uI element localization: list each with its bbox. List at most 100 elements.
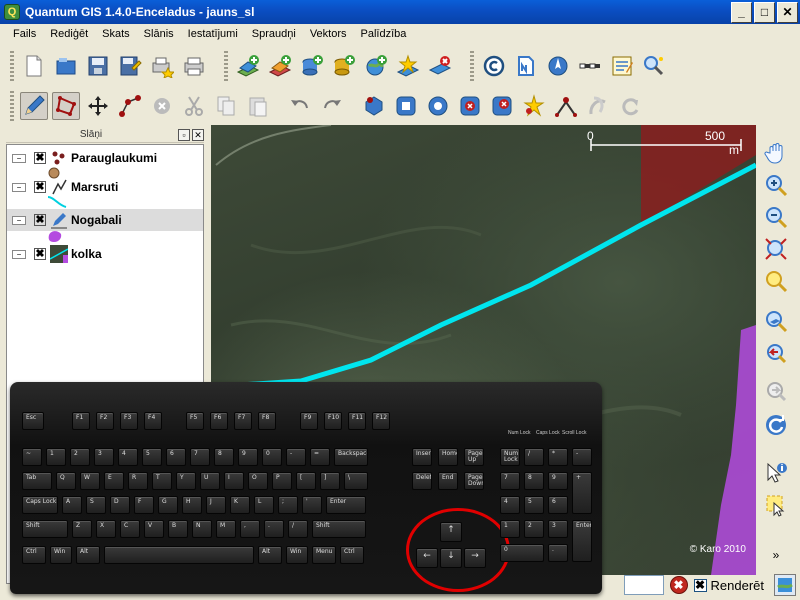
layer-item-nogabali[interactable]: − ✖ Nogabali bbox=[7, 209, 203, 231]
layer-visibility-checkbox[interactable]: ✖ bbox=[34, 248, 46, 260]
key-number-row-5: 5 bbox=[142, 448, 162, 466]
close-dock-button[interactable]: ✕ bbox=[192, 128, 204, 141]
layer-visibility-checkbox[interactable]: ✖ bbox=[34, 181, 46, 193]
zoom-selection-icon[interactable] bbox=[760, 266, 792, 296]
move-feature-icon[interactable] bbox=[84, 92, 112, 120]
stop-rendering-icon[interactable]: ✖ bbox=[669, 576, 688, 594]
copy-features-icon[interactable] bbox=[212, 92, 240, 120]
zoom-out-icon[interactable] bbox=[760, 202, 792, 232]
key-f11: F11 bbox=[348, 412, 366, 430]
key-number-row-2: 2 bbox=[70, 448, 90, 466]
refresh-icon[interactable] bbox=[760, 410, 792, 440]
menu-spraudni[interactable]: Spraudņi bbox=[245, 28, 303, 40]
add-vector-layer-icon[interactable] bbox=[234, 52, 262, 80]
compass-icon[interactable] bbox=[608, 52, 636, 80]
remove-layer-icon[interactable] bbox=[426, 52, 454, 80]
key-insert: Insert bbox=[412, 448, 432, 466]
menu-slanis[interactable]: Slānis bbox=[137, 28, 181, 40]
copyright-label-icon[interactable] bbox=[480, 52, 508, 80]
cut-features-icon[interactable] bbox=[180, 92, 208, 120]
add-ring-icon[interactable] bbox=[392, 92, 420, 120]
key-row-space-5: Win bbox=[286, 546, 308, 564]
split-features-icon[interactable] bbox=[552, 92, 580, 120]
layer-item-kolka[interactable]: − ✖ kolka bbox=[7, 243, 203, 265]
identify-features-icon[interactable] bbox=[760, 458, 792, 488]
delete-selected-icon[interactable] bbox=[148, 92, 176, 120]
key-f9: F9 bbox=[300, 412, 318, 430]
layer-item-parauglaukumi[interactable]: − ✖ Parauglaukumi bbox=[7, 147, 203, 169]
menu-palidziba[interactable]: Palīdzība bbox=[354, 28, 414, 40]
close-button[interactable]: ✕ bbox=[777, 1, 798, 23]
more-icon[interactable]: » bbox=[760, 545, 792, 565]
redo-icon[interactable] bbox=[318, 92, 346, 120]
menu-fails[interactable]: Fails bbox=[6, 28, 43, 40]
layer-visibility-checkbox[interactable]: ✖ bbox=[34, 152, 46, 164]
projection-icon[interactable] bbox=[774, 574, 796, 596]
layer-item-marsruti[interactable]: − ✖ Marsruti bbox=[7, 176, 203, 198]
identify-icon[interactable] bbox=[640, 52, 668, 80]
toolbar-grip[interactable] bbox=[10, 51, 14, 81]
add-spatialite-layer-icon[interactable] bbox=[330, 52, 358, 80]
render-toggle[interactable]: ✖ Renderēt bbox=[693, 578, 764, 593]
zoom-layer-icon[interactable] bbox=[760, 306, 792, 336]
new-vector-layer-icon[interactable] bbox=[394, 52, 422, 80]
toolbar-grip[interactable] bbox=[470, 51, 474, 81]
expand-toggle[interactable]: − bbox=[12, 153, 26, 163]
key-numpad-6: 9 bbox=[548, 472, 568, 490]
save-project-icon[interactable] bbox=[84, 52, 112, 80]
expand-toggle[interactable]: − bbox=[12, 215, 26, 225]
capture-polygon-icon[interactable] bbox=[52, 92, 80, 120]
toolbar-grip[interactable] bbox=[10, 91, 14, 121]
simplify-icon[interactable] bbox=[360, 92, 388, 120]
key-row-space-4: Alt bbox=[258, 546, 282, 564]
scale-field[interactable] bbox=[623, 575, 664, 595]
delete-ring-icon[interactable] bbox=[456, 92, 484, 120]
zoom-full-icon[interactable] bbox=[760, 234, 792, 264]
select-features-icon[interactable] bbox=[760, 490, 792, 520]
add-wms-layer-icon[interactable] bbox=[362, 52, 390, 80]
add-postgis-layer-icon[interactable] bbox=[298, 52, 326, 80]
delete-part-icon[interactable] bbox=[488, 92, 516, 120]
key-row-a-2: S bbox=[86, 496, 106, 514]
minimize-button[interactable]: _ bbox=[731, 1, 752, 23]
key-row-a-7: J bbox=[206, 496, 226, 514]
key-row-a-8: K bbox=[230, 496, 250, 514]
save-as-icon[interactable] bbox=[116, 52, 144, 80]
scale-bar-icon[interactable] bbox=[544, 52, 572, 80]
paste-features-icon[interactable] bbox=[244, 92, 272, 120]
expand-toggle[interactable]: − bbox=[12, 249, 26, 259]
gps-icon[interactable] bbox=[576, 52, 604, 80]
float-dock-button[interactable]: ▫ bbox=[178, 128, 190, 141]
rotate-icon[interactable] bbox=[616, 92, 644, 120]
merge-icon[interactable] bbox=[584, 92, 612, 120]
add-island-icon[interactable] bbox=[424, 92, 452, 120]
zoom-next-icon[interactable] bbox=[760, 376, 792, 406]
key-row-q-4: R bbox=[128, 472, 148, 490]
layer-name: Nogabali bbox=[71, 213, 122, 227]
zoom-in-icon[interactable] bbox=[760, 170, 792, 200]
maximize-button[interactable]: □ bbox=[754, 1, 775, 23]
reshape-icon[interactable] bbox=[520, 92, 548, 120]
node-tool-icon[interactable] bbox=[116, 92, 144, 120]
render-checkbox[interactable]: ✖ bbox=[693, 578, 707, 592]
menu-rediget[interactable]: Rediģēt bbox=[43, 28, 95, 40]
key-row-q-8: I bbox=[224, 472, 244, 490]
menu-iestatijumi[interactable]: Iestatījumi bbox=[181, 28, 245, 40]
open-project-icon[interactable] bbox=[52, 52, 80, 80]
menu-skats[interactable]: Skats bbox=[95, 28, 137, 40]
print-icon[interactable] bbox=[180, 52, 208, 80]
undo-icon[interactable] bbox=[286, 92, 314, 120]
key-f12: F12 bbox=[372, 412, 390, 430]
new-project-icon[interactable] bbox=[20, 52, 48, 80]
menu-vektors[interactable]: Vektors bbox=[303, 28, 354, 40]
toggle-editing-icon[interactable] bbox=[20, 92, 48, 120]
add-raster-layer-icon[interactable] bbox=[266, 52, 294, 80]
zoom-last-icon[interactable] bbox=[760, 338, 792, 368]
print-composer-icon[interactable] bbox=[148, 52, 176, 80]
line-symbol-icon bbox=[52, 179, 67, 195]
north-arrow-icon[interactable] bbox=[512, 52, 540, 80]
toolbar-grip[interactable] bbox=[224, 51, 228, 81]
pan-icon[interactable] bbox=[760, 138, 792, 168]
expand-toggle[interactable]: − bbox=[12, 182, 26, 192]
layer-visibility-checkbox[interactable]: ✖ bbox=[34, 214, 46, 226]
